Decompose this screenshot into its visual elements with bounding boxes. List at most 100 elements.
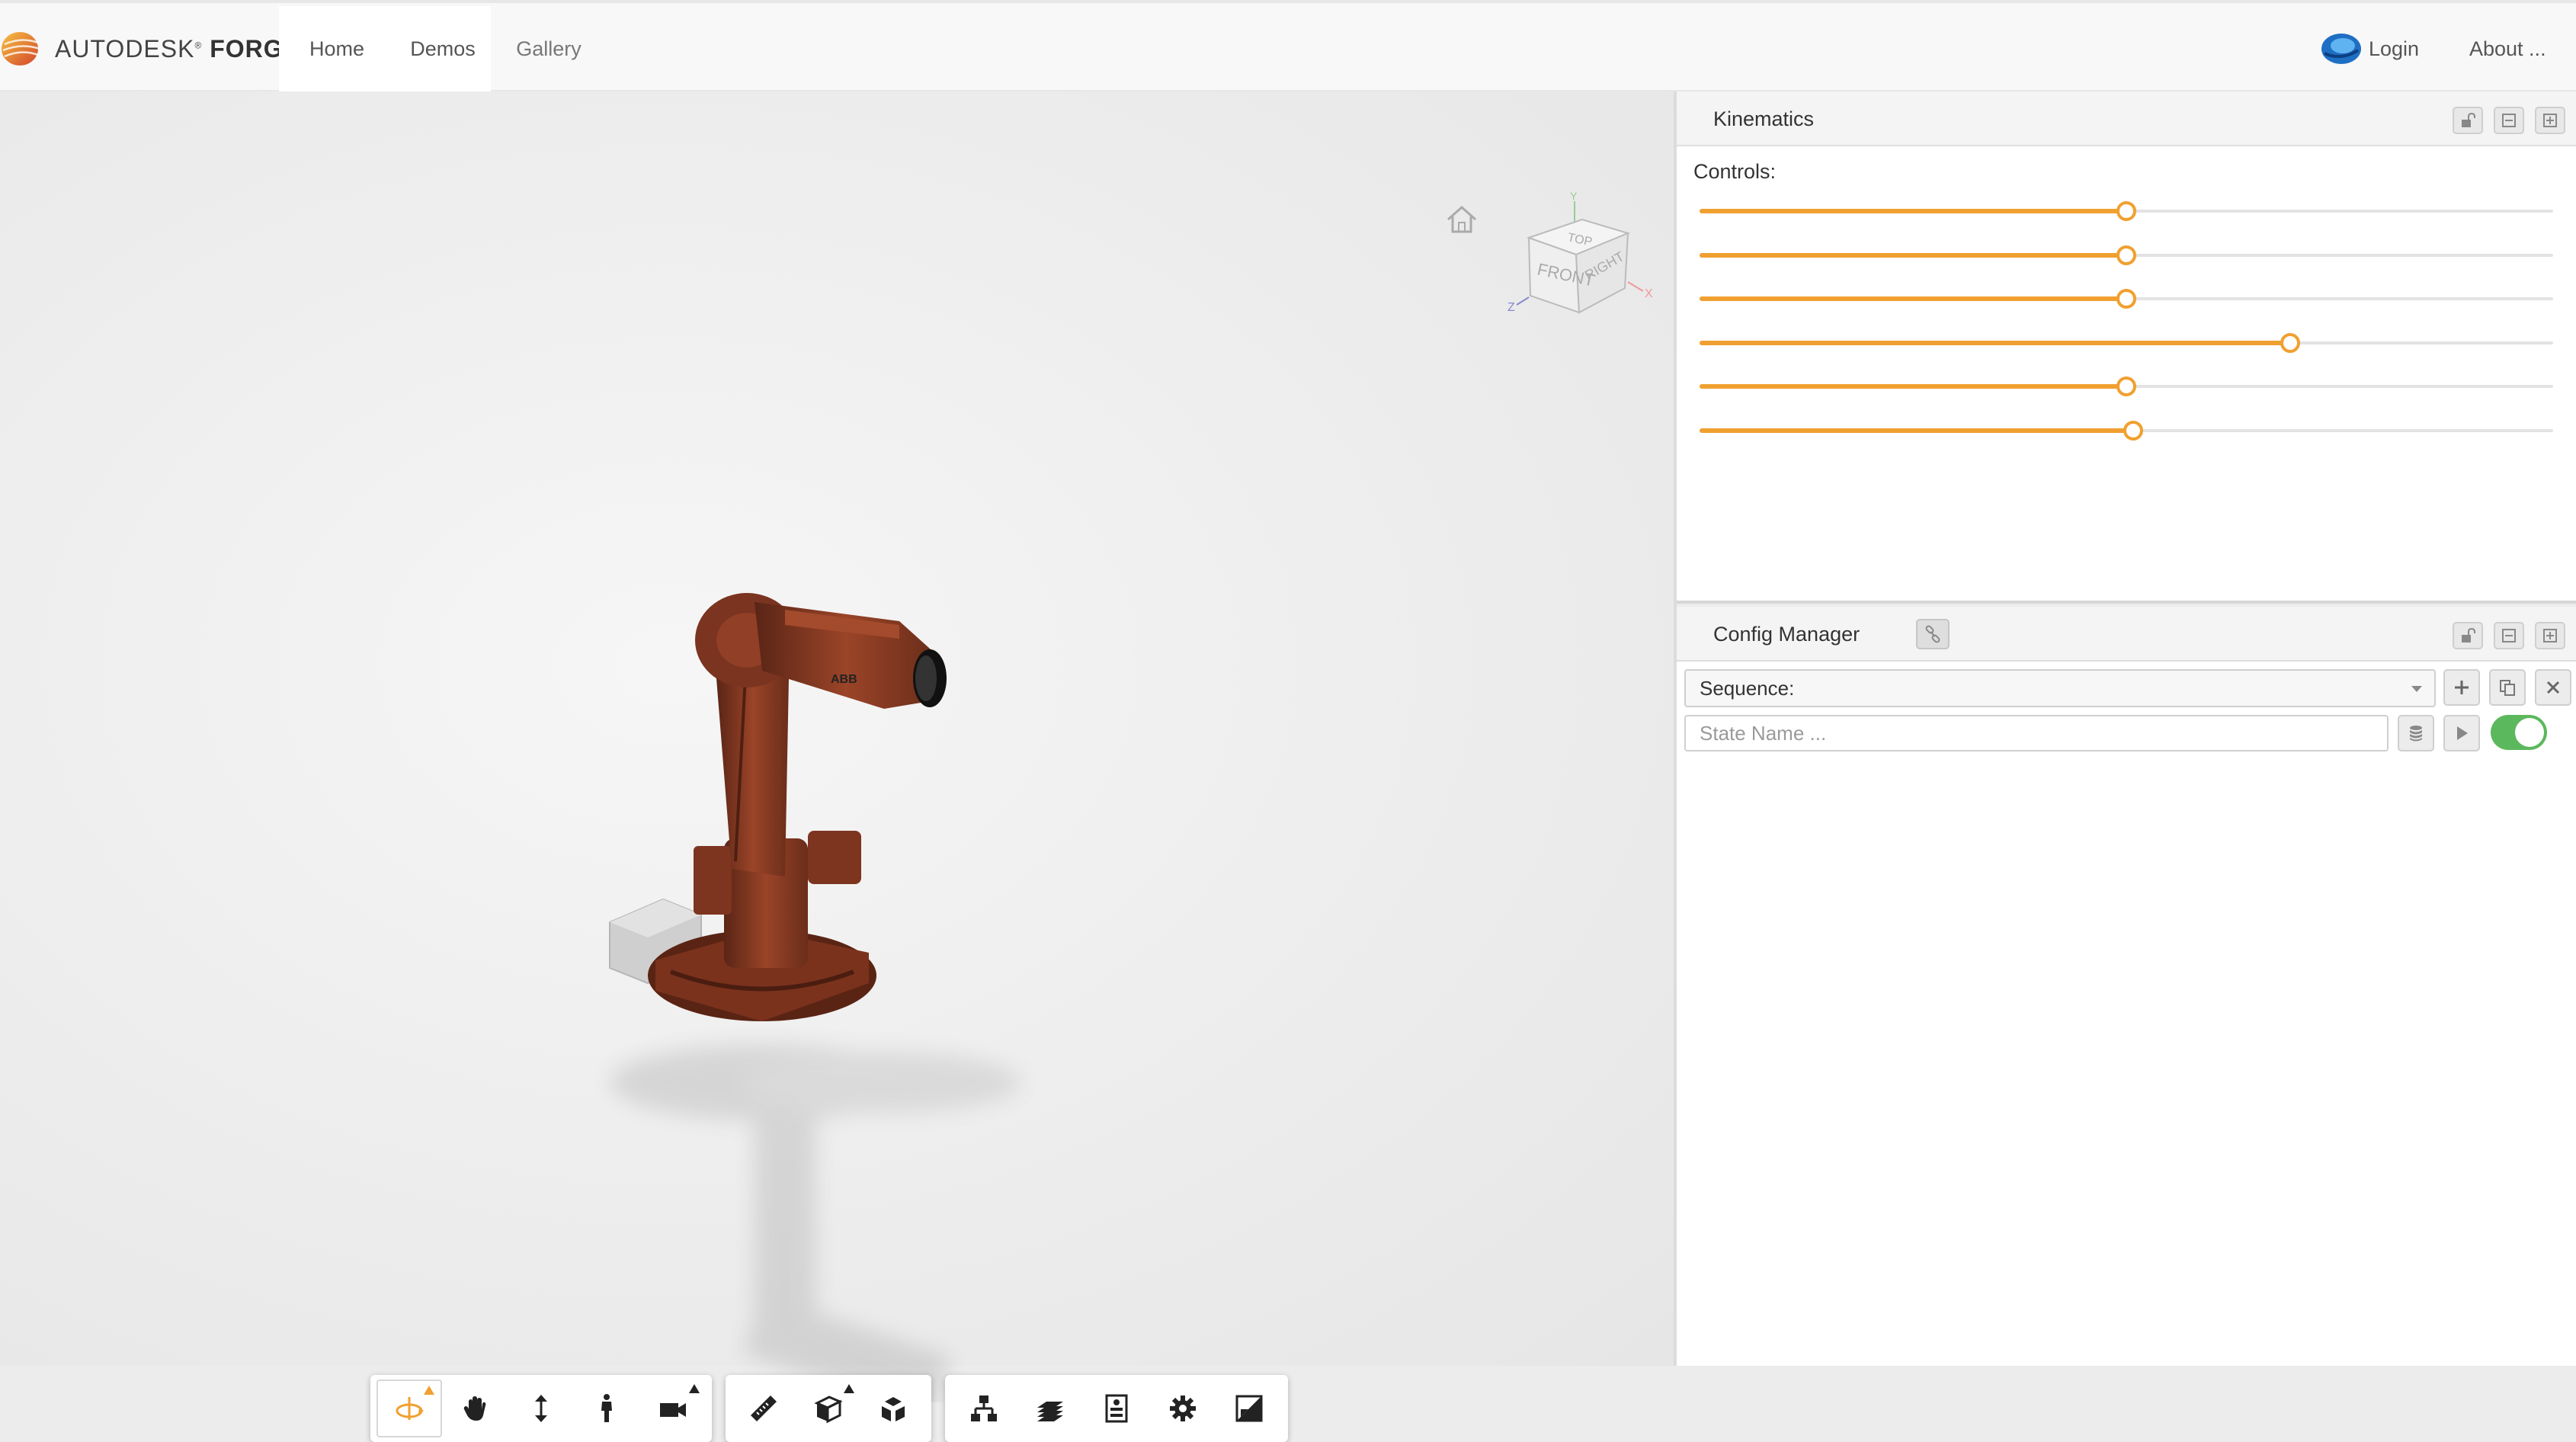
navigation-toolbar — [370, 1375, 712, 1442]
3d-viewer[interactable]: Y X Z TOP FRONT RIGHT ABB — [0, 91, 1674, 1442]
nav-home[interactable]: Home — [279, 6, 395, 91]
fullscreen-button[interactable] — [1216, 1380, 1282, 1437]
minimize-icon — [2502, 629, 2516, 642]
sequence-toggle[interactable] — [2491, 715, 2547, 750]
maximize-icon — [2543, 114, 2557, 127]
config-manager-header[interactable]: Config Manager — [1677, 607, 2576, 662]
slider-fill — [1700, 296, 2126, 301]
home-view-icon[interactable] — [1445, 204, 1479, 235]
kinematics-panel-header[interactable]: Kinematics — [1677, 91, 2576, 146]
play-icon — [2457, 726, 2468, 740]
add-sequence-button[interactable] — [2443, 669, 2480, 706]
model-browser-icon — [971, 1396, 998, 1421]
fullscreen-icon — [1235, 1395, 1263, 1422]
panel-title: Kinematics — [1713, 107, 1815, 130]
settings-icon — [1169, 1396, 1196, 1421]
viewcube-axis-z: Z — [1507, 301, 1515, 314]
unlock-icon — [2462, 112, 2475, 127]
measure-button[interactable] — [732, 1380, 796, 1437]
joint-slider-3[interactable] — [1700, 287, 2553, 310]
layers-icon — [1037, 1402, 1064, 1421]
minimize-button[interactable] — [2494, 107, 2524, 134]
nav-demos[interactable]: Demos — [395, 6, 491, 91]
autodesk-logo-icon — [2, 32, 40, 66]
orbit-icon — [396, 1397, 425, 1420]
pan-icon — [463, 1396, 485, 1421]
state-name-input[interactable] — [1684, 715, 2389, 751]
about-menu[interactable]: About ... — [2469, 6, 2561, 91]
lock-button[interactable] — [2453, 107, 2483, 134]
chevron-down-icon — [2411, 686, 2422, 692]
explode-button[interactable] — [860, 1380, 925, 1437]
nav-gallery[interactable]: Gallery — [491, 6, 607, 91]
kinematics-panel: Kinematics Controls: — [1677, 91, 2576, 604]
unlock-icon — [2462, 627, 2475, 642]
viewcube-axis-y: Y — [1570, 191, 1578, 202]
zoom-button[interactable] — [508, 1380, 574, 1437]
slider-fill — [1700, 209, 2126, 213]
slider-fill — [1700, 384, 2126, 389]
viewcube[interactable]: Y X Z TOP FRONT RIGHT — [1506, 191, 1658, 343]
section-icon — [814, 1396, 843, 1424]
slider-thumb[interactable] — [2280, 333, 2301, 353]
link-button[interactable] — [1916, 619, 1950, 649]
sequence-label: Sequence: — [1700, 677, 1795, 700]
copy-sequence-button[interactable] — [2489, 669, 2526, 706]
layers-button[interactable] — [1017, 1380, 1084, 1437]
controls-label: Controls: — [1693, 160, 1777, 183]
zoom-icon — [535, 1395, 548, 1422]
copy-icon — [2500, 680, 2515, 696]
settings-button[interactable] — [1149, 1380, 1216, 1437]
svg-text:ABB: ABB — [831, 673, 857, 686]
viewcube-axis-x: X — [1645, 287, 1653, 300]
slider-fill — [1700, 253, 2126, 258]
toggle-knob — [2515, 718, 2544, 747]
sequence-select[interactable]: Sequence: — [1684, 669, 2436, 707]
slider-thumb[interactable] — [2116, 377, 2136, 396]
brand-name: AUTODESK® FORGE — [55, 34, 300, 62]
play-sequence-button[interactable] — [2443, 715, 2480, 751]
camera-icon — [659, 1403, 686, 1417]
database-icon — [2410, 726, 2422, 742]
settings-toolbar — [945, 1375, 1288, 1442]
brand[interactable]: AUTODESK® FORGE — [0, 24, 300, 73]
login-link[interactable]: Login — [2369, 6, 2453, 91]
robot-arm-model[interactable]: ABB — [579, 549, 1113, 1402]
autodesk-account-icon[interactable] — [2320, 30, 2363, 67]
link-icon — [1925, 625, 1940, 643]
orbit-button[interactable] — [376, 1380, 443, 1437]
lock-button[interactable] — [2453, 622, 2483, 649]
section-button[interactable] — [796, 1380, 861, 1437]
slider-thumb[interactable] — [2116, 201, 2136, 221]
camera-button[interactable] — [640, 1380, 706, 1437]
top-navbar: AUTODESK® FORGE Home Demos Gallery Login… — [0, 0, 2576, 91]
maximize-icon — [2543, 629, 2557, 642]
slider-thumb[interactable] — [2116, 245, 2136, 265]
properties-icon — [1105, 1394, 1128, 1423]
measure-icon — [751, 1396, 777, 1421]
first-person-button[interactable] — [574, 1380, 639, 1437]
modeling-toolbar — [726, 1375, 931, 1442]
joint-slider-2[interactable] — [1700, 244, 2553, 267]
first-person-icon — [601, 1394, 613, 1422]
joint-slider-6[interactable] — [1700, 419, 2553, 442]
maximize-button[interactable] — [2535, 622, 2565, 649]
slider-fill — [1700, 428, 2133, 433]
config-manager-panel: Config Manager Sequence: State Name ... — [1677, 607, 2576, 1366]
plus-icon — [2455, 681, 2469, 694]
panel-title: Config Manager — [1713, 623, 1860, 646]
delete-sequence-button[interactable] — [2535, 669, 2571, 706]
joint-slider-4[interactable] — [1700, 332, 2553, 354]
slider-thumb[interactable] — [2116, 289, 2136, 309]
joint-slider-1[interactable] — [1700, 200, 2553, 223]
model-browser-button[interactable] — [951, 1380, 1017, 1437]
slider-thumb[interactable] — [2123, 421, 2143, 441]
explode-icon — [881, 1397, 905, 1421]
save-state-button[interactable] — [2398, 715, 2434, 751]
pan-button[interactable] — [442, 1380, 508, 1437]
maximize-button[interactable] — [2535, 107, 2565, 134]
properties-button[interactable] — [1084, 1380, 1150, 1437]
slider-fill — [1700, 341, 2291, 345]
joint-slider-5[interactable] — [1700, 375, 2553, 398]
minimize-button[interactable] — [2494, 622, 2524, 649]
